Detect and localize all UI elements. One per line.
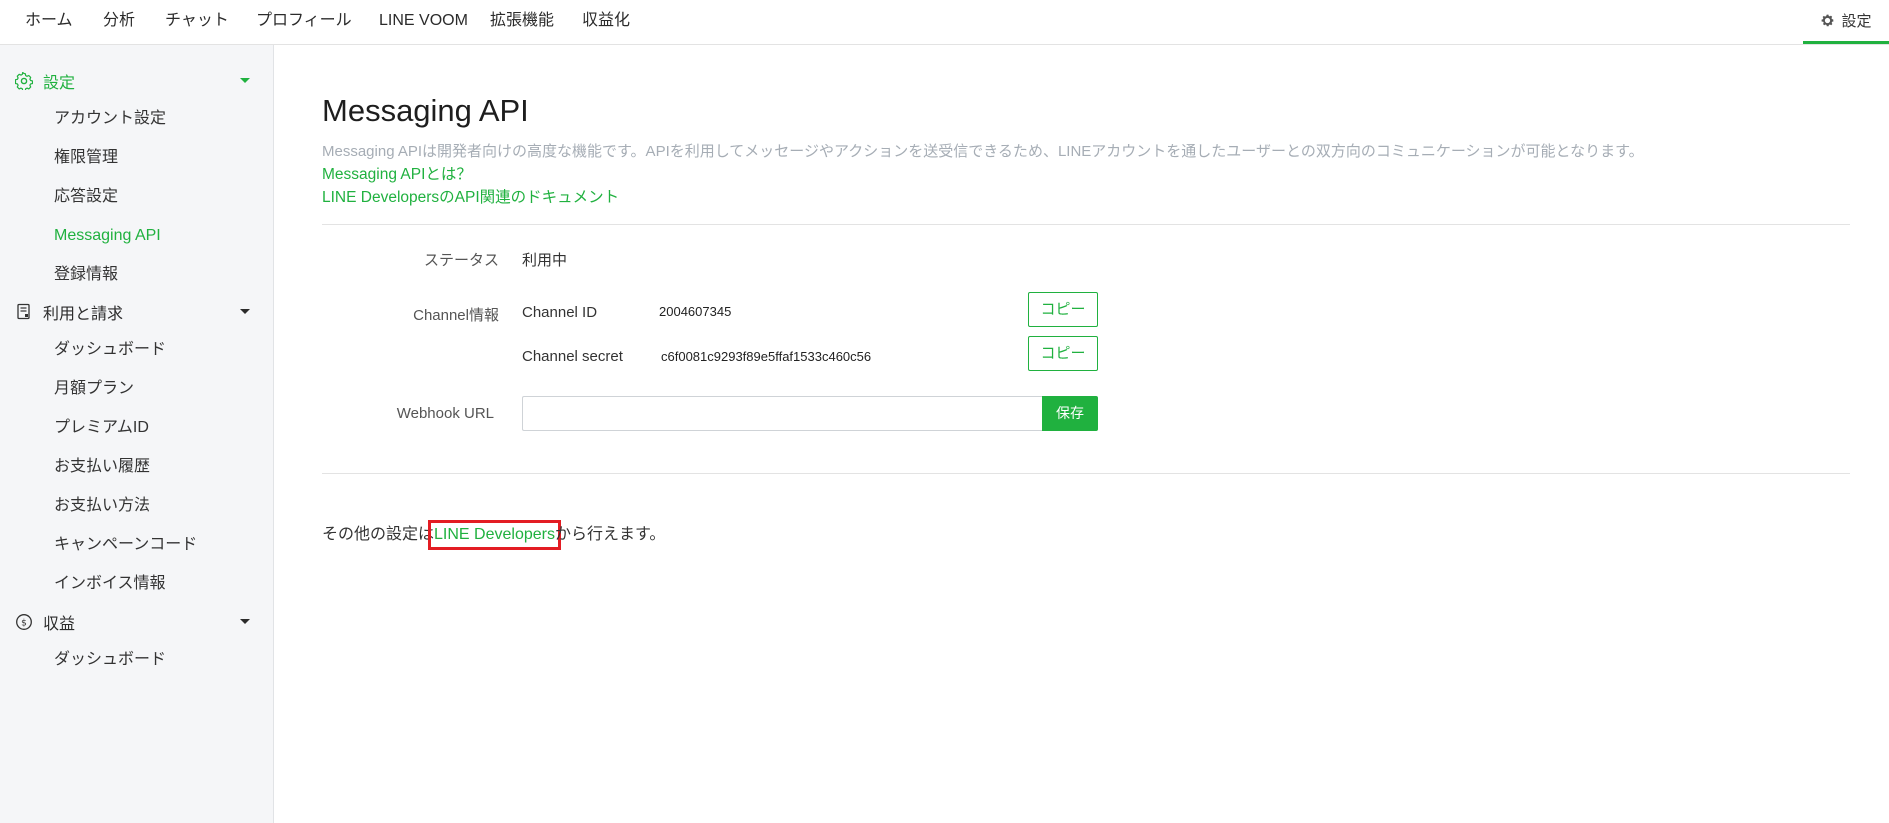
save-button[interactable]: 保存 — [1042, 396, 1098, 431]
sidebar-section-settings[interactable]: 設定 — [14, 68, 250, 94]
channel-id-value: 2004607345 — [659, 304, 732, 319]
gear-icon — [1822, 14, 1834, 27]
sidebar-item-account-settings[interactable]: アカウント設定 — [54, 107, 166, 131]
nav-analytics[interactable]: 分析 — [103, 0, 135, 44]
sidebar-item-permissions[interactable]: 権限管理 — [54, 146, 118, 170]
sidebar: 設定 アカウント設定 権限管理 応答設定 Messaging API 登録情報 … — [0, 45, 274, 823]
status-label: ステータス — [423, 252, 499, 269]
nav-home[interactable]: ホーム — [25, 0, 73, 44]
caret-down-icon — [240, 309, 250, 314]
sidebar-item-registration-info[interactable]: 登録情報 — [54, 263, 118, 287]
sidebar-item-monthly-plan[interactable]: 月額プラン — [54, 377, 134, 401]
link-about-messaging-api[interactable]: Messaging APIとは？ — [322, 162, 472, 184]
sidebar-item-response-settings[interactable]: 応答設定 — [54, 185, 118, 209]
link-api-docs[interactable]: LINE DevelopersのAPI関連のドキュメント — [322, 185, 619, 207]
sidebar-item-messaging-api[interactable]: Messaging API — [54, 224, 161, 248]
nav-chat[interactable]: チャット — [165, 0, 229, 44]
page-title: Messaging API — [322, 93, 529, 128]
main-content: Messaging API Messaging APIは開発者向けの高度な機能で… — [274, 45, 1889, 823]
sidebar-item-revenue-dashboard[interactable]: ダッシュボード — [54, 648, 166, 672]
sidebar-section-label: 利用と請求 — [43, 306, 124, 323]
caret-down-icon — [240, 78, 250, 83]
nav-line-voom[interactable]: LINE VOOM — [379, 0, 468, 44]
channel-secret-value: c6f0081c9293f89e5ffaf1533c460c56 — [661, 349, 872, 364]
sidebar-item-dashboard[interactable]: ダッシュボード — [54, 338, 166, 362]
sidebar-item-payment-method[interactable]: お支払い方法 — [54, 494, 150, 518]
billing-icon — [14, 302, 34, 322]
sidebar-item-payment-history[interactable]: お支払い履歴 — [54, 455, 150, 479]
nav-extensions[interactable]: 拡張機能 — [490, 0, 554, 44]
divider — [322, 224, 1850, 225]
webhook-url-input[interactable] — [522, 396, 1042, 431]
nav-settings[interactable]: 設定 — [1803, 0, 1889, 44]
sidebar-item-premium-id[interactable]: プレミアムID — [54, 416, 149, 440]
caret-down-icon — [240, 619, 250, 624]
divider — [322, 473, 1850, 474]
sidebar-item-campaign-code[interactable]: キャンペーンコード — [54, 533, 197, 557]
footer-note: その他の設定はLINE Developersから行えます。 — [322, 520, 666, 550]
channel-id-label: Channel ID — [522, 304, 598, 321]
line-developers-link[interactable]: LINE Developers — [428, 520, 561, 550]
nav-settings-label: 設定 — [1841, 13, 1872, 30]
status-value: 利用中 — [522, 252, 568, 269]
nav-profile[interactable]: プロフィール — [256, 0, 352, 44]
copy-channel-id-button[interactable]: コピー — [1028, 292, 1098, 327]
webhook-url-label: Webhook URL — [396, 405, 494, 422]
footer-prefix: その他の設定は — [322, 526, 435, 543]
copy-channel-secret-button[interactable]: コピー — [1028, 336, 1098, 371]
coin-icon: $ — [14, 612, 34, 632]
svg-text:$: $ — [21, 619, 27, 629]
footer-suffix: から行えます。 — [554, 526, 666, 543]
channel-secret-label: Channel secret — [522, 348, 623, 365]
sidebar-section-revenue[interactable]: $ 収益 — [14, 609, 250, 635]
nav-monetization[interactable]: 収益化 — [582, 0, 630, 44]
gear-icon — [14, 71, 34, 91]
sidebar-section-billing[interactable]: 利用と請求 — [14, 299, 250, 325]
top-navigation: ホーム 分析 チャット プロフィール LINE VOOM 拡張機能 収益化 設定 — [0, 0, 1889, 45]
channel-info-label: Channel情報 — [413, 307, 499, 324]
sidebar-section-label: 設定 — [43, 75, 76, 92]
page-description: Messaging APIは開発者向けの高度な機能です。APIを利用してメッセー… — [322, 143, 1644, 160]
sidebar-item-invoice-info[interactable]: インボイス情報 — [54, 572, 166, 596]
sidebar-section-label: 収益 — [43, 616, 76, 633]
